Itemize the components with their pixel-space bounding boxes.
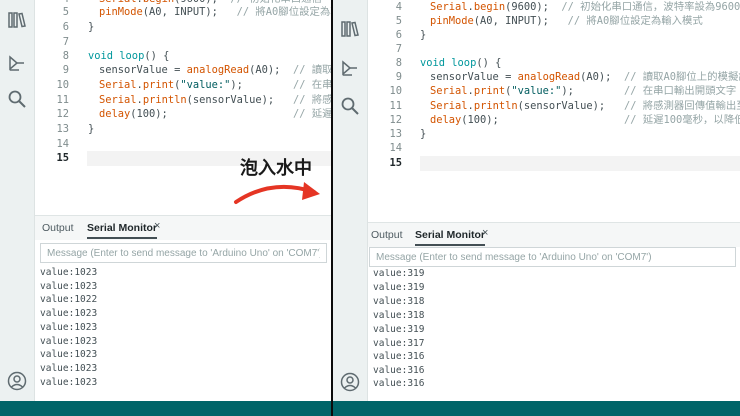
code-line: 7 <box>395 43 402 55</box>
serial-line: value:1023 <box>40 376 98 388</box>
profile-icon[interactable] <box>340 372 360 392</box>
right-sidebar <box>333 0 368 401</box>
serial-line: value:319 <box>373 282 425 293</box>
search-icon[interactable] <box>7 89 27 109</box>
serial-line: value:1023 <box>40 349 98 361</box>
close-icon[interactable]: × <box>482 227 488 239</box>
right-panel-tabs: Output Serial Monitor × <box>368 222 740 247</box>
serial-line: value:318 <box>373 296 425 307</box>
tab-output[interactable]: Output <box>371 226 403 244</box>
code-line: 5 pinMode(A0, INPUT); // 將A0腳位設定為輸入模式 <box>395 15 703 27</box>
serial-message-input[interactable] <box>40 243 327 263</box>
code-line: 14 <box>56 138 69 150</box>
code-line: 4 Serial.begin(9600); // 初始化串口通信，波特率設為960… <box>395 1 740 13</box>
status-bar <box>333 401 740 416</box>
code-line: 13} <box>389 128 427 140</box>
serial-message-input[interactable] <box>369 247 736 267</box>
code-line: 7 <box>62 36 69 48</box>
code-line: 6} <box>395 29 427 41</box>
search-icon[interactable] <box>340 96 360 116</box>
serial-line: value:319 <box>373 324 425 335</box>
code-line: 11Serial.println(sensorValue); // 將感測 <box>56 94 331 106</box>
boards-manager-icon[interactable] <box>340 58 360 78</box>
serial-line: value:1023 <box>40 321 98 333</box>
serial-line: value:1023 <box>40 335 98 347</box>
serial-line: value:1023 <box>40 308 98 320</box>
code-line: 11 Serial.println(sensorValue); // 將感測器回傳… <box>389 100 740 112</box>
right-serial-output: value:319 value:319 value:318 value:318 … <box>368 269 740 397</box>
left-panel-tabs: Output Serial Monitor × <box>35 215 331 240</box>
profile-icon[interactable] <box>7 371 27 391</box>
code-line: 9 sensorValue = analogRead(A0); // 讀取A0腳位… <box>395 71 740 83</box>
status-bar <box>0 401 331 416</box>
code-line: 10Serial.print("value:"); // 在串口輸出開頭文字 "… <box>389 85 737 97</box>
serial-line: value:316 <box>373 351 425 362</box>
left-sidebar <box>0 0 35 401</box>
code-line: 5 pinMode(A0, INPUT); // 將A0腳位設定為輸 <box>62 6 331 18</box>
code-line: 13} <box>56 123 95 135</box>
sketchbook-icon[interactable] <box>340 19 360 39</box>
serial-line: value:1023 <box>40 362 98 374</box>
serial-line: value:317 <box>373 338 425 349</box>
close-icon[interactable]: × <box>154 220 160 232</box>
right-ide-window: 4 Serial.begin(9600); // 初始化串口通信，波特率設為960… <box>333 0 740 416</box>
code-line: 12delay(100); // 延遲10 <box>56 108 331 120</box>
code-line: 15 <box>389 157 402 169</box>
tab-serial-monitor[interactable]: Serial Monitor <box>87 219 158 239</box>
code-line: 12delay(100); // 延遲100毫秒，以降低輸 <box>389 114 740 126</box>
code-line: 9sensorValue = analogRead(A0); // 讀取A0 <box>62 64 331 76</box>
code-line: 10Serial.print("value:"); // 在串口 <box>56 79 331 91</box>
serial-line: value:316 <box>373 365 425 376</box>
annotation-arrow-icon <box>234 182 320 204</box>
tab-output[interactable]: Output <box>42 219 74 237</box>
left-serial-output: value:1023 value:1023 value:1022 value:1… <box>35 266 331 391</box>
code-line: 8 void loop() { <box>62 50 170 62</box>
boards-manager-icon[interactable] <box>7 53 27 73</box>
code-line: 14 <box>389 142 402 154</box>
code-line: 6} <box>62 21 95 33</box>
serial-line: value:1022 <box>40 294 98 306</box>
serial-line: value:319 <box>373 269 425 279</box>
right-code-editor[interactable]: 4 Serial.begin(9600); // 初始化串口通信，波特率設為960… <box>368 0 740 219</box>
serial-line: value:318 <box>373 310 425 321</box>
serial-line: value:1023 <box>40 280 98 292</box>
code-line: 8 void loop() { <box>395 57 502 69</box>
serial-line: value:1023 <box>40 267 98 278</box>
sketchbook-icon[interactable] <box>7 10 27 30</box>
serial-line: value:316 <box>373 378 425 389</box>
tab-serial-monitor[interactable]: Serial Monitor <box>415 226 486 246</box>
